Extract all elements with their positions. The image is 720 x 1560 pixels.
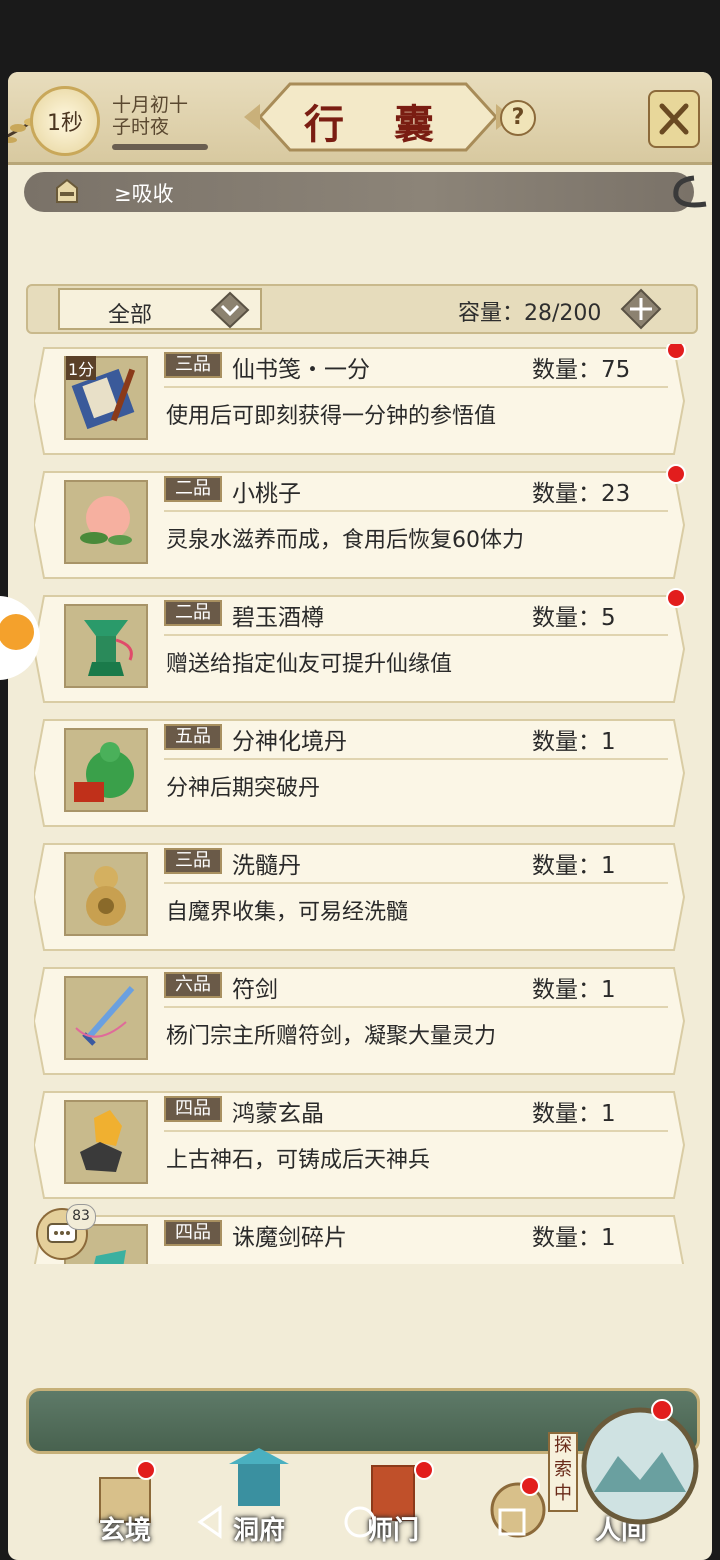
item-tag: 1分: [66, 356, 97, 380]
grade-badge: 五品: [164, 724, 222, 750]
item-description: 使用后可即刻获得一分钟的参悟值: [166, 404, 497, 429]
item-icon-crystal: [64, 1100, 148, 1184]
back-nav-icon[interactable]: [190, 1502, 234, 1542]
item-name: 分神化境丹: [232, 729, 347, 755]
time-value: 1秒: [47, 111, 83, 136]
home-nav-icon[interactable]: [338, 1502, 382, 1542]
chevron-down-icon: [210, 291, 250, 329]
gamepad-icon: [0, 614, 34, 650]
new-badge-dot: [136, 1460, 156, 1480]
item-quantity: 数量：1: [532, 853, 616, 879]
list-item[interactable]: 三品 洗髓丹 数量：1 自魔界收集，可易经洗髓: [34, 840, 690, 954]
divider: [164, 758, 668, 760]
page-title: 行 囊: [304, 101, 452, 148]
item-icon-gourd: [64, 852, 148, 936]
item-description: 上古神石，可铸成后天神兵: [166, 1148, 431, 1173]
close-icon: [659, 103, 689, 135]
grade-badge: 二品: [164, 476, 222, 502]
new-badge-dot: [414, 1460, 434, 1480]
grade-badge: 四品: [164, 1220, 222, 1246]
grade-badge: 四品: [164, 1096, 222, 1122]
chat-unread-count: 83: [66, 1204, 96, 1230]
date-line-1: 十月初十: [112, 94, 189, 116]
recents-nav-icon[interactable]: [490, 1502, 534, 1542]
nav-xuanjing[interactable]: 玄境: [70, 1460, 180, 1560]
item-description: 赠送给指定仙友可提升仙缘值: [166, 652, 453, 677]
new-badge-dot: [520, 1476, 540, 1496]
divider: [164, 634, 668, 636]
item-quantity: 数量：1: [532, 1101, 616, 1127]
close-button[interactable]: [648, 90, 700, 148]
item-quantity: 数量：1: [532, 977, 616, 1003]
list-item[interactable]: 四品 鸿蒙玄晶 数量：1 上古神石，可铸成后天神兵: [34, 1088, 690, 1202]
list-item[interactable]: 1分 三品 仙书笺・一分 数量：75 使用后可即刻获得一分钟的参悟值: [34, 344, 690, 458]
filter-bar: 全部 容量：28/200: [26, 284, 698, 334]
header-bar: 1秒 十月初十 子时夜 行 囊 ?: [8, 72, 712, 165]
grade-badge: 六品: [164, 972, 222, 998]
golden-gourd-icon: [86, 866, 126, 926]
jade-goblet-icon: [84, 620, 133, 676]
item-icon-pill-gourd: [64, 728, 148, 812]
grade-badge: 二品: [164, 600, 222, 626]
time-progress-bar: [112, 144, 208, 150]
list-item[interactable]: 五品 分神化境丹 数量：1 分神后期突破丹: [34, 716, 690, 830]
item-description: 杨门宗主所赠符剑，凝聚大量灵力: [166, 1024, 497, 1049]
item-name: 小桃子: [232, 481, 301, 507]
item-quantity: 数量：23: [532, 481, 631, 507]
nav-label: 玄境: [98, 1516, 151, 1546]
item-icon-peach: [64, 480, 148, 564]
title-plate: 行 囊: [240, 76, 516, 158]
item-quantity: 数量：75: [532, 357, 631, 383]
bell-icon: [56, 178, 78, 203]
divider: [164, 1006, 668, 1008]
item-description: 自魔界收集，可易经洗髓: [166, 900, 409, 925]
divider: [164, 882, 668, 884]
dropdown-selected-value: 全部: [108, 303, 153, 328]
list-item[interactable]: 二品 小桃子 数量：23 灵泉水滋养而成，食用后恢复60体力: [34, 464, 690, 582]
expand-capacity-icon[interactable]: [620, 288, 662, 330]
list-item[interactable]: 二品 碧玉酒樽 数量：5 赠送给指定仙友可提升仙缘值: [34, 588, 690, 706]
notice-bar[interactable]: ≥吸收: [24, 172, 694, 212]
item-quantity: 数量：1: [532, 1225, 616, 1251]
game-date: 十月初十 子时夜: [112, 94, 188, 138]
item-name: 鸿蒙玄晶: [232, 1101, 324, 1127]
item-list[interactable]: 1分 三品 仙书笺・一分 数量：75 使用后可即刻获得一分钟的参悟值 二品 小桃…: [26, 344, 698, 1264]
grade-badge: 三品: [164, 352, 222, 378]
grade-badge: 三品: [164, 848, 222, 874]
new-badge-dot: [666, 464, 686, 484]
bag-panel: 1秒 十月初十 子时夜 行 囊 ? ≥吸收 全部 容量：28/200 1分 三品…: [8, 72, 712, 1560]
date-line-2: 子时夜: [112, 116, 170, 138]
divider: [164, 386, 668, 388]
explore-status-badge: 探索中: [548, 1432, 578, 1512]
capacity-text: 容量：28/200: [458, 301, 602, 326]
sword-icon: [75, 986, 135, 1046]
item-icon-sword: [64, 976, 148, 1060]
divider: [164, 510, 668, 512]
item-name: 碧玉酒樽: [232, 605, 324, 631]
item-name: 仙书笺・一分: [232, 357, 370, 383]
peach-icon: [80, 496, 132, 545]
item-name: 洗髓丹: [232, 853, 301, 879]
divider: [164, 1130, 668, 1132]
notice-text: ≥吸收: [114, 182, 174, 206]
category-dropdown[interactable]: 全部: [58, 288, 262, 330]
item-description: 分神后期突破丹: [166, 776, 321, 801]
list-item[interactable]: 六品 符剑 数量：1 杨门宗主所赠符剑，凝聚大量灵力: [34, 964, 690, 1078]
item-quantity: 数量：1: [532, 729, 616, 755]
item-name: 诛魔剑碎片: [232, 1225, 347, 1251]
gourd-pill-icon: [74, 742, 134, 802]
time-badge[interactable]: 1秒: [30, 86, 100, 156]
list-item[interactable]: 四品 诛魔剑碎片 数量：1: [34, 1212, 690, 1264]
scroll-hook-icon: [673, 175, 707, 208]
help-button[interactable]: ?: [500, 100, 536, 136]
item-name: 符剑: [232, 977, 278, 1003]
crystal-icon: [80, 1110, 122, 1172]
item-description: 灵泉水滋养而成，食用后恢复60体力: [166, 528, 524, 553]
item-quantity: 数量：5: [532, 605, 616, 631]
item-icon-jade-goblet: [64, 604, 148, 688]
new-badge-dot: [666, 588, 686, 608]
